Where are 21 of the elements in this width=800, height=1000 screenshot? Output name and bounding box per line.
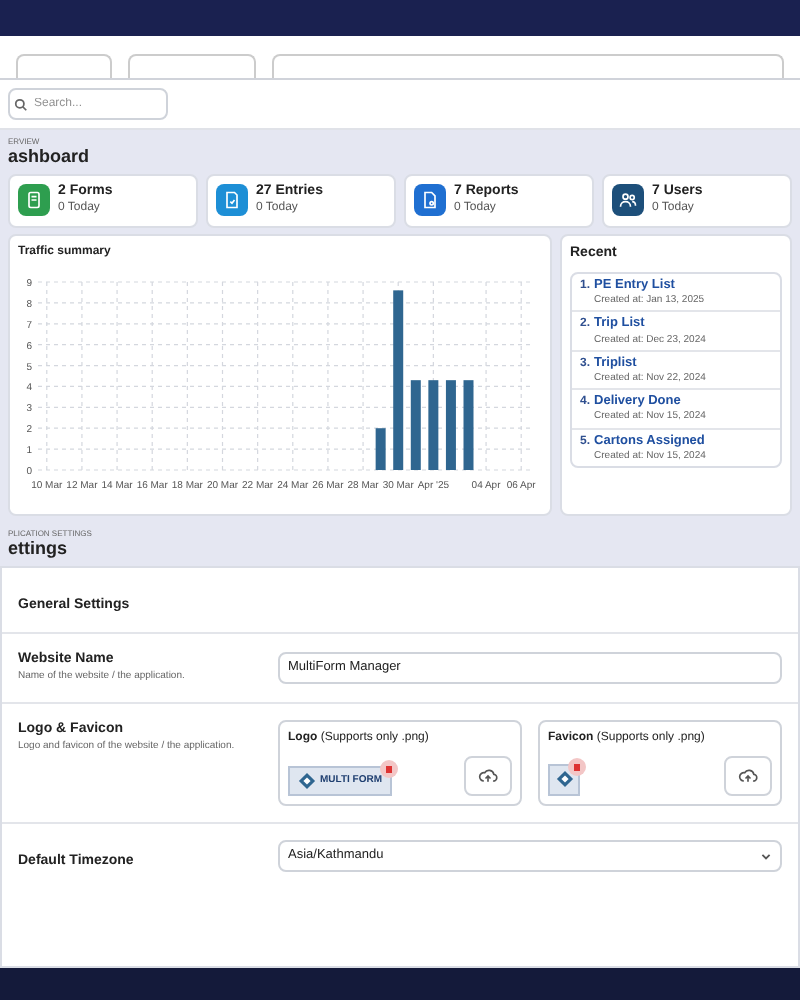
upload-button[interactable] <box>724 755 772 796</box>
delete-icon[interactable] <box>380 759 399 778</box>
diamond-logo-icon <box>298 771 316 790</box>
chart-bar <box>375 427 386 469</box>
cloud-upload-icon <box>738 765 758 786</box>
chart-bar <box>445 379 456 469</box>
users-icon <box>618 190 638 211</box>
document-icon <box>24 190 44 211</box>
upload-button[interactable] <box>464 755 512 796</box>
chart-bar <box>428 379 439 469</box>
delete-icon[interactable] <box>568 757 586 776</box>
section-title: ettings <box>8 537 70 560</box>
cloud-upload-icon <box>478 765 498 786</box>
document-icon <box>222 190 242 211</box>
chevron-down-icon <box>760 849 772 862</box>
chart-bar <box>410 379 421 469</box>
diamond-logo-icon <box>555 770 573 789</box>
file-icon <box>420 190 440 211</box>
page-title: ashboard <box>8 146 92 169</box>
search-icon <box>14 97 28 111</box>
chart-bar <box>463 379 474 469</box>
